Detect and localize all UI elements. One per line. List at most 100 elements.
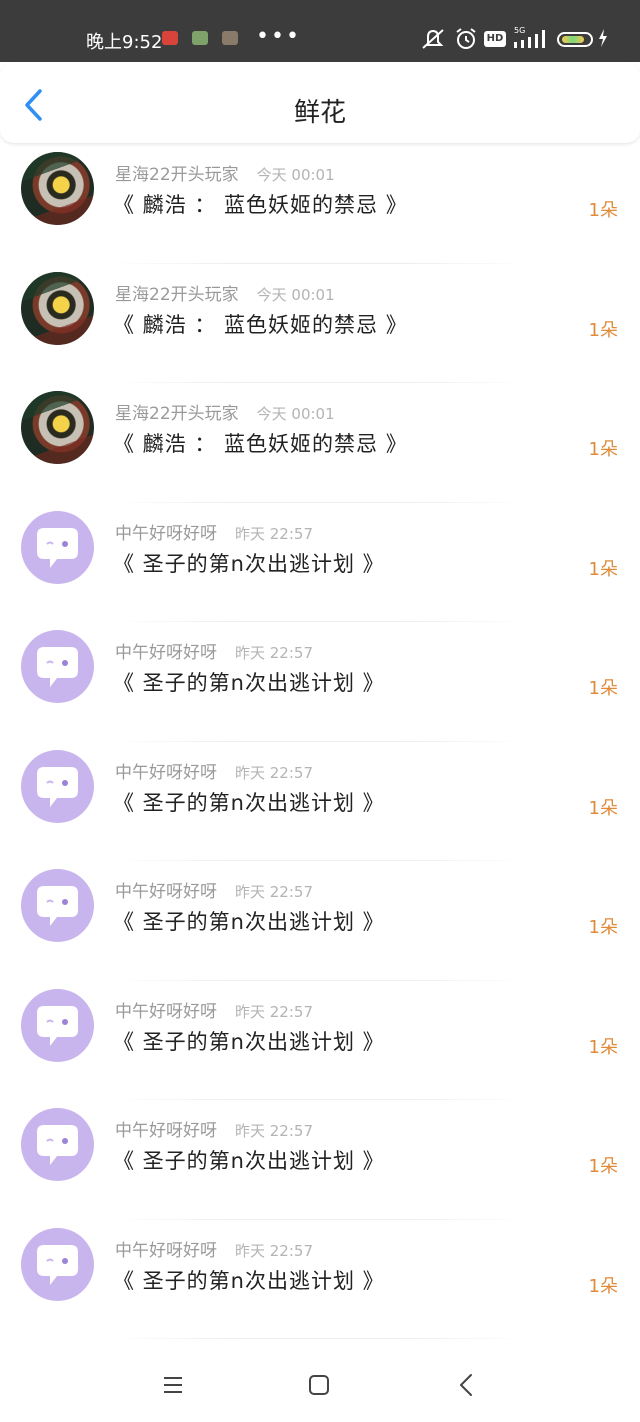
sender-name[interactable]: 中午好呀好呀: [115, 1002, 217, 1022]
back-icon: [460, 1374, 472, 1396]
flower-count: 1朵: [588, 319, 618, 341]
work-title[interactable]: 《 圣子的第n次出逃计划 》: [113, 1265, 385, 1295]
sender-name[interactable]: 星海22开头玩家: [115, 285, 239, 305]
eye-art-avatar[interactable]: [21, 271, 94, 345]
battery-icon: [557, 32, 593, 47]
sender-name[interactable]: 中午好呀好呀: [115, 763, 217, 783]
eye-art-avatar[interactable]: [21, 391, 94, 464]
timestamp: 昨天 22:57: [235, 883, 313, 901]
work-title[interactable]: 《 圣子的第n次出逃计划 》: [113, 906, 385, 936]
work-title[interactable]: 《 圣子的第n次出逃计划 》: [113, 1145, 385, 1175]
timestamp: 昨天 22:57: [235, 1122, 313, 1140]
work-title[interactable]: 《 麟浩 ： 蓝色妖姬的禁忌 》: [113, 309, 408, 339]
sender-name[interactable]: 星海22开头玩家: [115, 404, 239, 424]
status-time: 晚上9:52: [86, 32, 163, 53]
item-meta: 星海22开头玩家 今天 00:01: [115, 160, 335, 185]
item-meta: 中午好呀好呀 昨天 22:57: [115, 638, 313, 663]
item-meta: 星海22开头玩家 今天 00:01: [115, 399, 335, 424]
flower-list-item[interactable]: 中午好呀好呀 昨天 22:57 《 圣子的第n次出逃计划 》 1朵: [0, 1220, 640, 1339]
page-title: 鲜花: [293, 98, 346, 128]
flower-count: 1朵: [588, 439, 618, 460]
more-notifications-icon: •••: [256, 24, 301, 49]
flower-list-item[interactable]: 星海22开头玩家 今天 00:01 《 麟浩 ： 蓝色妖姬的禁忌 》 1朵: [0, 144, 640, 264]
work-title[interactable]: 《 圣子的第n次出逃计划 》: [113, 1026, 385, 1056]
flower-list-item[interactable]: 中午好呀好呀 昨天 22:57 《 圣子的第n次出逃计划 》 1朵: [0, 1100, 640, 1220]
default-chat-avatar[interactable]: [21, 988, 94, 1062]
chat-bubble-icon: [37, 1244, 78, 1285]
hd-icon: HD: [484, 31, 506, 47]
work-title[interactable]: 《 麟浩 ： 蓝色妖姬的禁忌 》: [113, 189, 408, 219]
flower-list-item[interactable]: 中午好呀好呀 昨天 22:57 《 圣子的第n次出逃计划 》 1朵: [0, 861, 640, 981]
flower-count: 1朵: [588, 678, 618, 699]
work-title[interactable]: 《 麟浩 ： 蓝色妖姬的禁忌 》: [113, 428, 408, 458]
signal-icon: [514, 30, 545, 48]
timestamp: 昨天 22:57: [235, 763, 313, 782]
item-meta: 中午好呀好呀 昨天 22:57: [115, 877, 313, 902]
flower-count: 1朵: [588, 797, 618, 819]
flower-list: 星海22开头玩家 今天 00:01 《 麟浩 ： 蓝色妖姬的禁忌 》 1朵 星海22开头…: [0, 144, 640, 1339]
timestamp: 昨天 22:57: [235, 644, 313, 662]
item-meta: 中午好呀好呀 昨天 22:57: [115, 1236, 313, 1261]
item-meta: 星海22开头玩家 今天 00:01: [115, 280, 335, 305]
flower-count: 1朵: [588, 1275, 618, 1297]
flower-list-item[interactable]: 中午好呀好呀 昨天 22:57 《 圣子的第n次出逃计划 》 1朵: [0, 742, 640, 861]
home-button[interactable]: [304, 1370, 334, 1400]
timestamp: 今天 00:01: [256, 166, 335, 184]
notification-app-icon: [162, 31, 178, 45]
sender-name[interactable]: 中午好呀好呀: [115, 643, 217, 663]
timestamp: 昨天 22:57: [235, 1241, 313, 1260]
flower-count: 1朵: [588, 917, 618, 938]
timestamp: 昨天 22:57: [235, 524, 313, 543]
flower-list-item[interactable]: 中午好呀好呀 昨天 22:57 《 圣子的第n次出逃计划 》 1朵: [0, 622, 640, 742]
default-chat-avatar[interactable]: [21, 1108, 94, 1181]
timestamp: 昨天 22:57: [235, 1002, 313, 1021]
sender-name[interactable]: 中午好呀好呀: [115, 1241, 217, 1261]
notification-avatar-icon: [222, 31, 238, 45]
item-meta: 中午好呀好呀 昨天 22:57: [115, 997, 313, 1022]
status-bar: 晚上9:52 ••• HD 5G: [0, 0, 640, 62]
flower-list-item[interactable]: 星海22开头玩家 今天 00:01 《 麟浩 ： 蓝色妖姬的禁忌 》 1朵: [0, 383, 640, 503]
chat-bubble-icon: [37, 766, 78, 807]
sender-name[interactable]: 星海22开头玩家: [115, 165, 239, 185]
flower-count: 1朵: [588, 1156, 618, 1177]
default-chat-avatar[interactable]: [21, 510, 94, 584]
flower-list-item[interactable]: 星海22开头玩家 今天 00:01 《 麟浩 ： 蓝色妖姬的禁忌 》 1朵: [0, 264, 640, 383]
flower-list-item[interactable]: 中午好呀好呀 昨天 22:57 《 圣子的第n次出逃计划 》 1朵: [0, 503, 640, 622]
sender-name[interactable]: 中午好呀好呀: [115, 1121, 217, 1141]
sender-name[interactable]: 中午好呀好呀: [115, 524, 217, 544]
alarm-icon: [456, 28, 476, 49]
flower-list-item[interactable]: 中午好呀好呀 昨天 22:57 《 圣子的第n次出逃计划 》 1朵: [0, 981, 640, 1100]
item-meta: 中午好呀好呀 昨天 22:57: [115, 758, 313, 783]
default-chat-avatar[interactable]: [21, 869, 94, 942]
chat-bubble-icon: [37, 527, 78, 568]
default-chat-avatar[interactable]: [21, 1227, 94, 1301]
timestamp: 今天 00:01: [256, 405, 335, 423]
chat-bubble-icon: [37, 647, 78, 687]
default-chat-avatar[interactable]: [21, 630, 94, 703]
chat-bubble-icon: [37, 886, 78, 926]
work-title[interactable]: 《 圣子的第n次出逃计划 》: [113, 548, 385, 578]
menu-icon: [164, 1377, 182, 1393]
work-title[interactable]: 《 圣子的第n次出逃计划 》: [113, 667, 385, 697]
home-icon: [309, 1375, 329, 1395]
item-meta: 中午好呀好呀 昨天 22:57: [115, 519, 313, 544]
divider: [110, 1338, 530, 1339]
mute-icon: [422, 29, 444, 49]
flower-count: 1朵: [588, 200, 618, 221]
notification-game-icon: [192, 31, 208, 45]
page-header: 鲜花: [0, 62, 640, 144]
sender-name[interactable]: 中午好呀好呀: [115, 882, 217, 902]
item-meta: 中午好呀好呀 昨天 22:57: [115, 1116, 313, 1141]
default-chat-avatar[interactable]: [21, 749, 94, 823]
system-back-button[interactable]: [452, 1370, 482, 1400]
flower-count: 1朵: [588, 1036, 618, 1058]
charging-icon: [599, 29, 607, 47]
flower-count: 1朵: [588, 558, 618, 580]
system-nav-bar: [0, 1346, 640, 1422]
chat-bubble-icon: [37, 1005, 78, 1046]
timestamp: 今天 00:01: [256, 285, 335, 304]
eye-art-avatar[interactable]: [21, 152, 94, 225]
work-title[interactable]: 《 圣子的第n次出逃计划 》: [113, 787, 385, 817]
menu-button[interactable]: [158, 1370, 188, 1400]
chat-bubble-icon: [37, 1125, 78, 1165]
